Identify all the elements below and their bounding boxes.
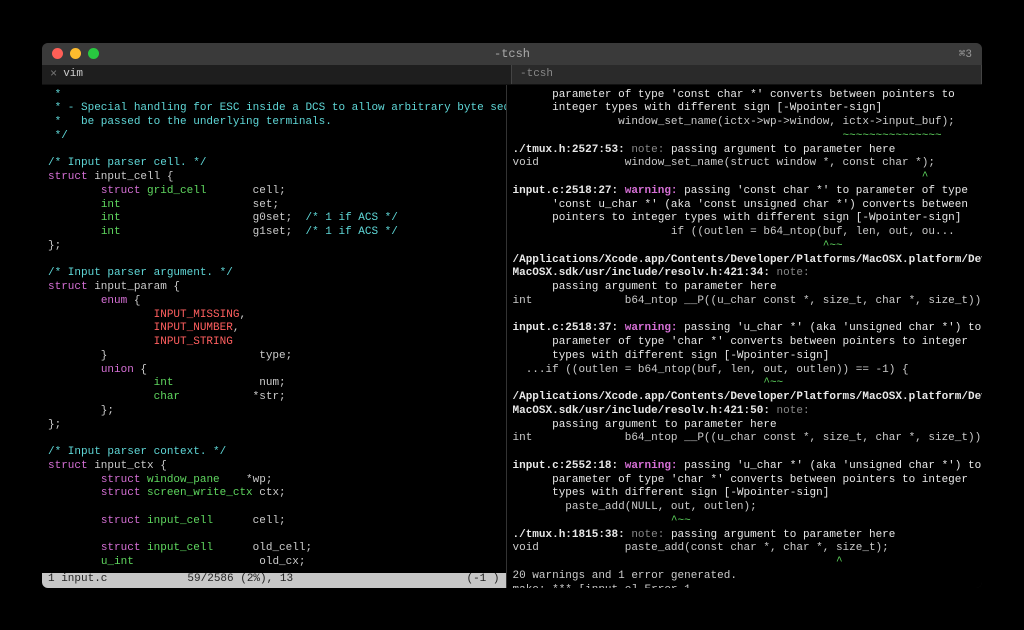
window-title: -tcsh [494, 47, 530, 61]
status-position: 59/2586 (2%), 13 [107, 573, 466, 587]
close-tab-icon[interactable]: × [50, 68, 57, 80]
titlebar[interactable]: -tcsh ⌘3 [42, 43, 982, 65]
status-right: (-1 ) [466, 573, 499, 587]
tab-tcsh[interactable]: -tcsh [512, 65, 982, 84]
minimize-icon[interactable] [70, 48, 81, 59]
vim-editor[interactable]: * * - Special handling for ESC inside a … [42, 85, 506, 573]
vim-statusbar: 1 input.c 59/2586 (2%), 13 (-1 ) [42, 573, 506, 588]
shell-pane[interactable]: parameter of type 'const char *' convert… [507, 85, 983, 588]
tab-bar: × vim -tcsh [42, 65, 982, 85]
tab-label: vim [63, 68, 83, 80]
window-indicator: ⌘3 [959, 47, 972, 61]
tab-vim[interactable]: × vim [42, 65, 512, 84]
traffic-lights [42, 48, 99, 59]
terminal-window: -tcsh ⌘3 × vim -tcsh * * - Special handl… [42, 43, 982, 588]
split-panes: * * - Special handling for ESC inside a … [42, 85, 982, 588]
close-icon[interactable] [52, 48, 63, 59]
vim-pane[interactable]: * * - Special handling for ESC inside a … [42, 85, 507, 588]
tab-label: -tcsh [520, 68, 553, 80]
zoom-icon[interactable] [88, 48, 99, 59]
status-filename: 1 input.c [48, 573, 107, 587]
